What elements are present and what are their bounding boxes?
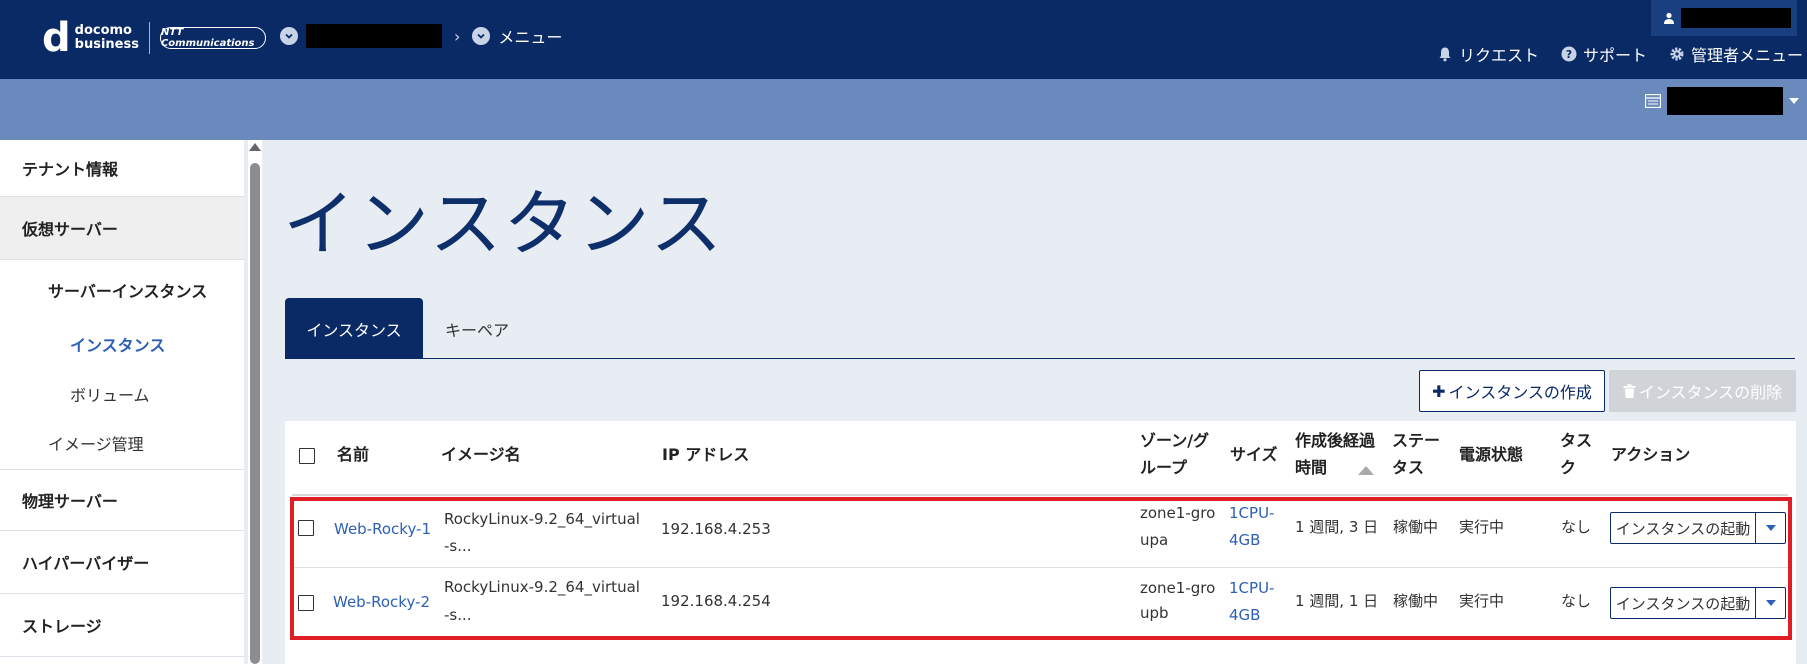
ntt-communications-logo: NTT Communications <box>159 27 266 49</box>
page-title: インスタンス <box>283 182 725 266</box>
chevron-down-icon[interactable] <box>472 27 491 45</box>
column-header-action: アクション <box>1611 445 1691 464</box>
scrollbar-thumb[interactable] <box>250 163 260 664</box>
breadcrumb-menu[interactable]: メニュー <box>498 24 562 48</box>
caret-down-icon <box>1789 98 1799 104</box>
docomo-d-mark: d <box>42 15 71 61</box>
sidebar-item-hypervisor[interactable]: ハイパーバイザー <box>0 531 244 594</box>
chevron-down-icon[interactable] <box>280 27 298 45</box>
column-header-size[interactable]: サイズ <box>1230 441 1278 468</box>
redacted-project-name[interactable] <box>306 24 442 48</box>
logo-divider <box>148 22 150 54</box>
sidebar-item-volume[interactable]: ボリューム <box>70 382 150 406</box>
docomo-business-logo[interactable]: d docomo business NTT Communications <box>42 18 266 58</box>
sidebar-item-virtual-server[interactable]: 仮想サーバー <box>0 197 244 260</box>
column-header-image[interactable]: イメージ名 <box>441 441 521 468</box>
top-header <box>0 0 1807 79</box>
sidebar-item-instance[interactable]: インスタンス <box>70 332 165 356</box>
create-instance-button[interactable]: ✚ インスタンスの作成 <box>1419 370 1605 412</box>
redacted-username <box>1681 8 1791 28</box>
column-header-power[interactable]: 電源状態 <box>1459 441 1523 468</box>
project-icon <box>1645 94 1661 108</box>
delete-instance-button[interactable]: インスタンスの削除 <box>1609 370 1796 412</box>
svg-text:?: ? <box>1566 48 1572 61</box>
sidebar-item-server-instance[interactable]: サーバーインスタンス <box>48 278 207 302</box>
column-header-ip[interactable]: IP アドレス <box>662 441 749 468</box>
column-header-task[interactable]: タスク <box>1560 427 1592 481</box>
header-divider <box>292 494 1788 496</box>
logo-wordmark: docomo business <box>74 23 139 52</box>
admin-menu-link[interactable]: 管理者メニュー <box>1669 42 1803 66</box>
sort-ascending-icon[interactable] <box>1358 466 1374 475</box>
project-selector[interactable] <box>1645 87 1799 115</box>
request-link[interactable]: リクエスト <box>1437 42 1539 66</box>
question-icon: ? <box>1561 46 1577 62</box>
sub-header <box>0 79 1807 140</box>
sidebar-item-storage[interactable]: ストレージ <box>0 594 244 657</box>
bell-icon <box>1439 47 1451 62</box>
breadcrumb-separator-icon: › <box>454 26 461 46</box>
column-header-status[interactable]: ステー タス <box>1392 427 1440 481</box>
tab-instance[interactable]: インスタンス <box>285 298 423 359</box>
support-link[interactable]: ? サポート <box>1561 42 1647 66</box>
column-header-name[interactable]: 名前 <box>337 441 369 468</box>
trash-icon <box>1623 384 1636 398</box>
scroll-up-arrow-icon[interactable] <box>249 143 261 151</box>
header-links: リクエスト ? サポート 管理者メニュー <box>1437 42 1803 66</box>
tabs-divider <box>285 358 1795 359</box>
sidebar-item-tenant-info[interactable]: テナント情報 <box>0 140 244 197</box>
user-menu[interactable] <box>1651 0 1797 36</box>
select-all-checkbox[interactable] <box>299 448 315 464</box>
redacted-project-selector <box>1667 87 1783 115</box>
sidebar-item-physical-server[interactable]: 物理サーバー <box>0 469 244 531</box>
column-header-zone[interactable]: ゾーン/グ ループ <box>1140 427 1209 481</box>
breadcrumb: › メニュー <box>280 24 562 48</box>
user-icon <box>1664 12 1674 24</box>
sidebar-item-image-management[interactable]: イメージ管理 <box>48 431 144 455</box>
highlight-box <box>290 497 1792 640</box>
gear-icon <box>1670 47 1684 61</box>
tab-keypair[interactable]: キーペア <box>430 298 524 359</box>
plus-icon: ✚ <box>1432 381 1446 401</box>
